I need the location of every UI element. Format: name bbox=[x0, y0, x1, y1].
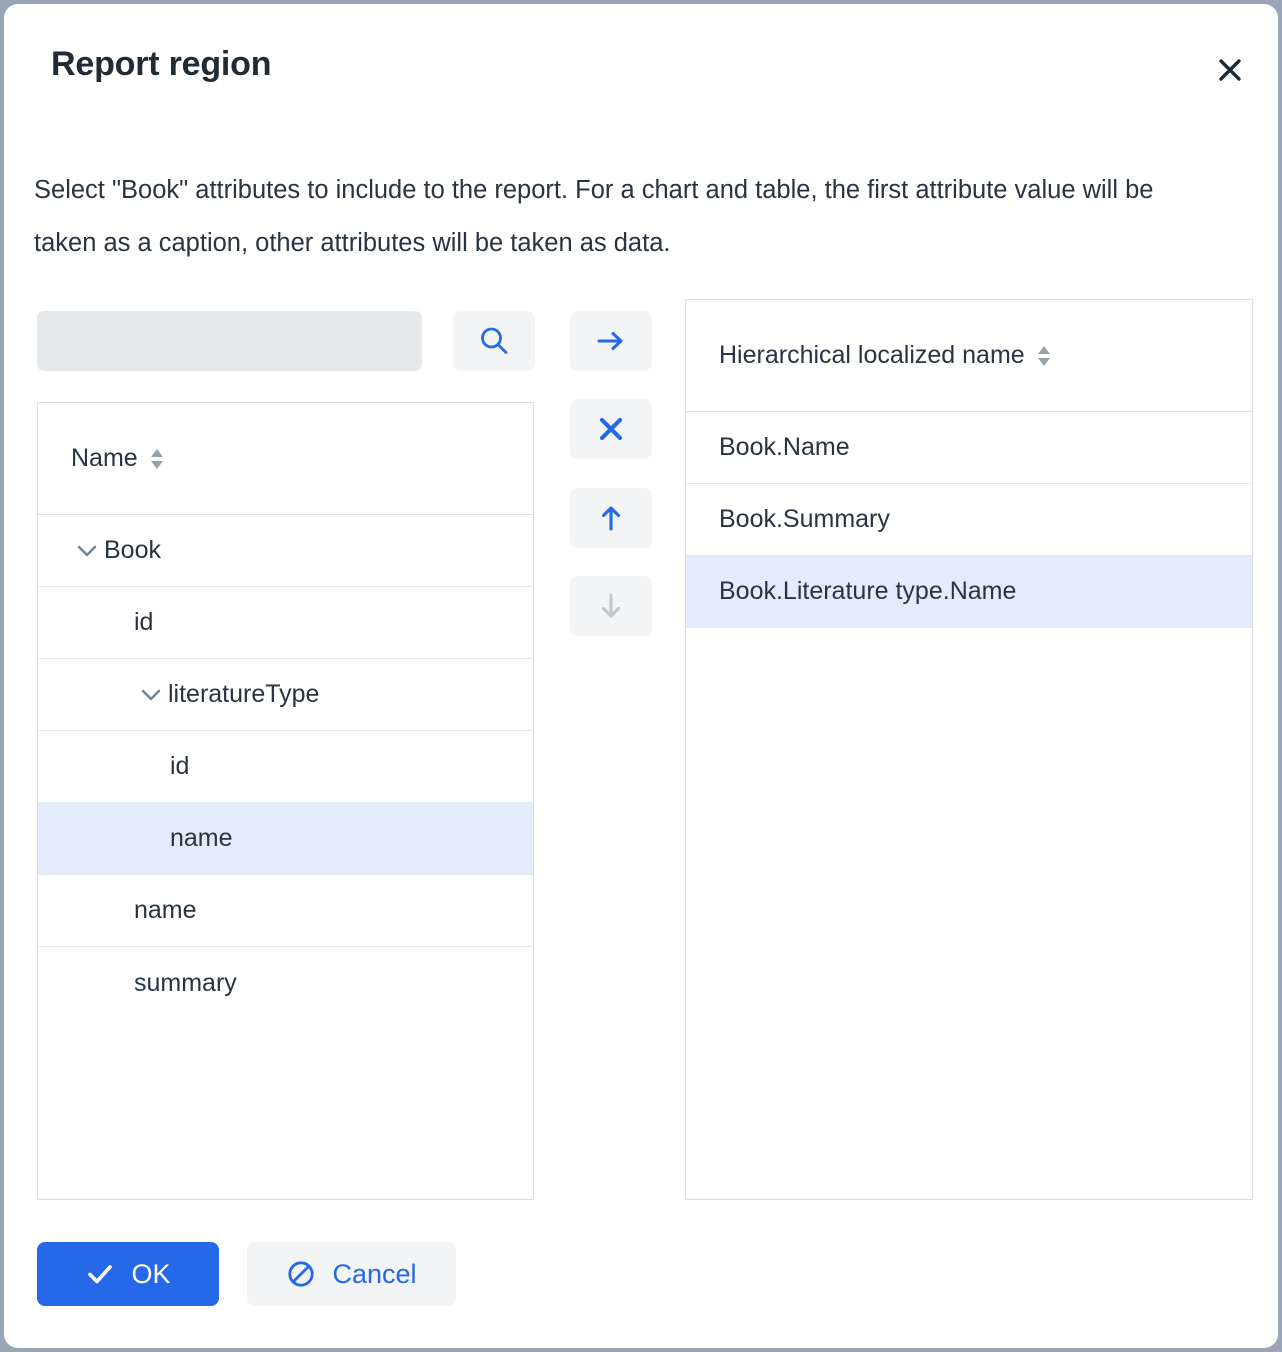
selected-attribute-row-label: Book.Name bbox=[719, 433, 850, 461]
ok-button-label: OK bbox=[131, 1258, 171, 1289]
report-region-dialog: Report region Select "Book" attributes t… bbox=[4, 4, 1278, 1348]
add-attribute-button[interactable] bbox=[570, 311, 652, 371]
selected-attributes-panel: Hierarchical localized name Book.Name Boo… bbox=[685, 299, 1253, 1200]
selected-attribute-row-label: Book.Summary bbox=[719, 505, 890, 533]
search-button[interactable] bbox=[453, 311, 535, 371]
close-x-glyph bbox=[1219, 59, 1241, 81]
move-up-button[interactable] bbox=[570, 488, 652, 548]
attribute-tree-row-label: summary bbox=[134, 968, 237, 997]
available-attributes-column-label: Name bbox=[71, 444, 138, 472]
sort-both-icon[interactable] bbox=[149, 447, 165, 471]
arrow-up-icon bbox=[601, 506, 621, 531]
attribute-tree-row-label: name bbox=[134, 896, 197, 924]
attribute-tree-row-label: name bbox=[170, 824, 233, 852]
dialog-header: Report region bbox=[4, 4, 1278, 128]
chevron-down-glyph bbox=[141, 689, 161, 700]
arrow-down-icon bbox=[601, 593, 621, 618]
chevron-down-icon[interactable] bbox=[134, 682, 168, 708]
move-down-button[interactable] bbox=[570, 576, 652, 636]
attribute-tree-row-label: id bbox=[170, 752, 190, 780]
attribute-tree-row[interactable]: id bbox=[38, 587, 533, 659]
close-icon[interactable] bbox=[1208, 48, 1252, 92]
dialog-title: Report region bbox=[51, 45, 272, 83]
chevron-down-glyph bbox=[77, 545, 97, 556]
selected-attributes-column-label: Hierarchical localized name bbox=[719, 341, 1025, 369]
attribute-tree-row-label: id bbox=[134, 608, 154, 636]
selected-attributes-list: Book.Name Book.Summary Book.Literature typ… bbox=[686, 412, 1252, 628]
arrow-right-icon bbox=[597, 331, 623, 351]
attribute-tree-row[interactable]: name bbox=[38, 803, 533, 875]
attribute-tree-row[interactable]: id bbox=[38, 731, 533, 803]
available-attributes-panel: Name Book id literatureType id name name summa… bbox=[37, 402, 534, 1200]
available-attributes-list: Book id literatureType id name name summary bbox=[38, 515, 533, 1019]
attribute-tree-row[interactable]: Book bbox=[38, 515, 533, 587]
sort-both-glyph bbox=[150, 448, 163, 469]
search-input[interactable] bbox=[37, 311, 422, 371]
attribute-tree-row[interactable]: summary bbox=[38, 947, 533, 1019]
dialog-description: Select "Book" attributes to include to t… bbox=[34, 176, 1154, 257]
attribute-tree-row[interactable]: literatureType bbox=[38, 659, 533, 731]
cancel-button-label: Cancel bbox=[332, 1258, 417, 1289]
search-icon bbox=[481, 327, 508, 354]
sort-both-icon[interactable] bbox=[1036, 344, 1052, 368]
selected-attribute-row-label: Book.Literature type.Name bbox=[719, 577, 1017, 605]
selected-attribute-row[interactable]: Book.Name bbox=[686, 412, 1252, 484]
ban-icon bbox=[288, 1261, 315, 1287]
sort-both-glyph bbox=[1037, 345, 1050, 366]
close-x-icon bbox=[599, 417, 623, 441]
remove-attribute-button[interactable] bbox=[570, 399, 652, 459]
chevron-down-icon[interactable] bbox=[70, 538, 104, 564]
available-attributes-header[interactable]: Name bbox=[38, 403, 533, 515]
selected-attributes-header[interactable]: Hierarchical localized name bbox=[686, 300, 1252, 412]
check-icon bbox=[88, 1265, 113, 1284]
attribute-tree-row-label: Book bbox=[104, 536, 161, 564]
cancel-button[interactable]: Cancel bbox=[247, 1242, 456, 1306]
ok-button[interactable]: OK bbox=[37, 1242, 219, 1306]
attribute-tree-row-label: literatureType bbox=[168, 680, 320, 708]
selected-attribute-row[interactable]: Book.Literature type.Name bbox=[686, 556, 1252, 628]
selected-attribute-row[interactable]: Book.Summary bbox=[686, 484, 1252, 556]
attribute-tree-row[interactable]: name bbox=[38, 875, 533, 947]
